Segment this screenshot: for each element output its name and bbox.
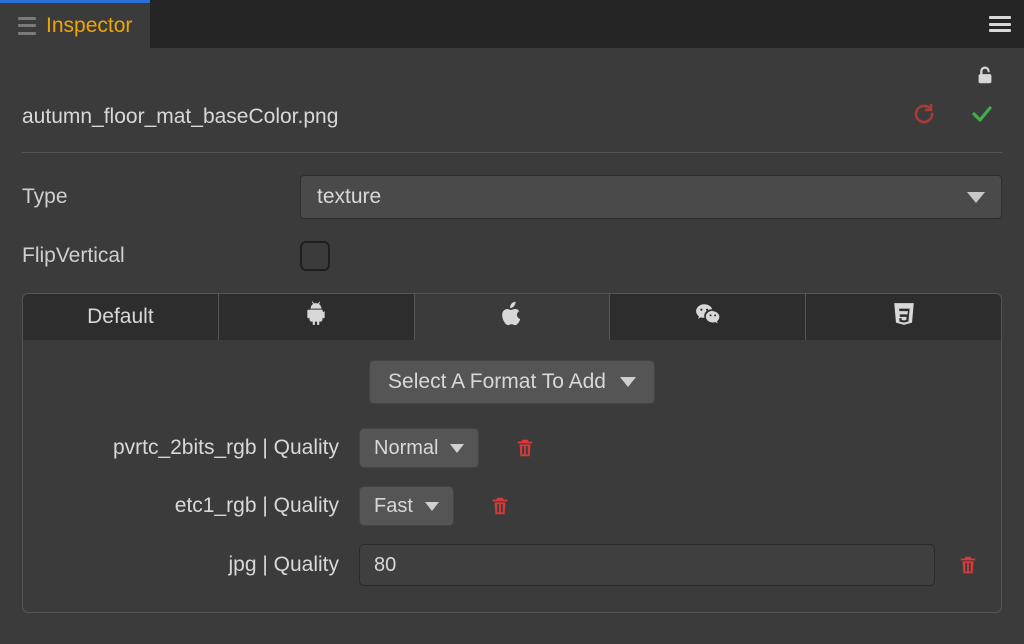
html5-icon: [891, 301, 917, 333]
tab-ios[interactable]: [415, 294, 611, 340]
flip-label: FlipVertical: [22, 244, 300, 268]
format-quality-select[interactable]: Fast: [359, 486, 454, 526]
unlock-icon[interactable]: [974, 64, 996, 92]
field-type: Type texture: [22, 175, 1002, 219]
platform-settings: Default: [22, 293, 1002, 613]
add-format-select[interactable]: Select A Format To Add: [369, 360, 655, 404]
format-quality-input[interactable]: 80: [359, 544, 935, 586]
delete-format-button[interactable]: [489, 494, 511, 518]
panel-menu-button[interactable]: [976, 0, 1024, 48]
wechat-icon: [695, 301, 721, 333]
platform-tabs: Default: [23, 294, 1001, 340]
inspector-tab-icon: [18, 17, 36, 35]
asset-header: autumn_floor_mat_baseColor.png: [22, 92, 1002, 153]
chevron-down-icon: [450, 444, 464, 453]
tab-android[interactable]: [219, 294, 415, 340]
chevron-down-icon: [425, 502, 439, 511]
format-row: pvrtc_2bits_rgb | Quality Normal: [45, 428, 979, 468]
chevron-down-icon: [620, 377, 636, 387]
type-value: texture: [317, 185, 381, 209]
android-icon: [303, 301, 329, 333]
chevron-down-icon: [967, 192, 985, 203]
delete-format-button[interactable]: [957, 553, 979, 577]
format-label: pvrtc_2bits_rgb | Quality: [45, 436, 345, 460]
apple-icon: [499, 301, 525, 333]
flip-vertical-checkbox[interactable]: [300, 241, 330, 271]
format-quality-select[interactable]: Normal: [359, 428, 479, 468]
tab-title: Inspector: [46, 14, 132, 38]
format-row: etc1_rgb | Quality Fast: [45, 486, 979, 526]
field-flip-vertical: FlipVertical: [22, 241, 1002, 271]
tab-bar: Inspector: [0, 0, 1024, 48]
tab-inspector[interactable]: Inspector: [0, 0, 150, 48]
hamburger-icon: [989, 16, 1011, 32]
tab-html5[interactable]: [806, 294, 1001, 340]
delete-format-button[interactable]: [514, 436, 536, 460]
tab-default[interactable]: Default: [23, 294, 219, 340]
tab-wechat[interactable]: [610, 294, 806, 340]
format-label: etc1_rgb | Quality: [45, 494, 345, 518]
reload-icon[interactable]: [912, 102, 936, 132]
type-label: Type: [22, 185, 300, 209]
format-row: jpg | Quality 80: [45, 544, 979, 586]
asset-filename: autumn_floor_mat_baseColor.png: [22, 105, 338, 129]
apply-icon[interactable]: [970, 102, 994, 132]
type-select[interactable]: texture: [300, 175, 1002, 219]
format-label: jpg | Quality: [45, 553, 345, 577]
